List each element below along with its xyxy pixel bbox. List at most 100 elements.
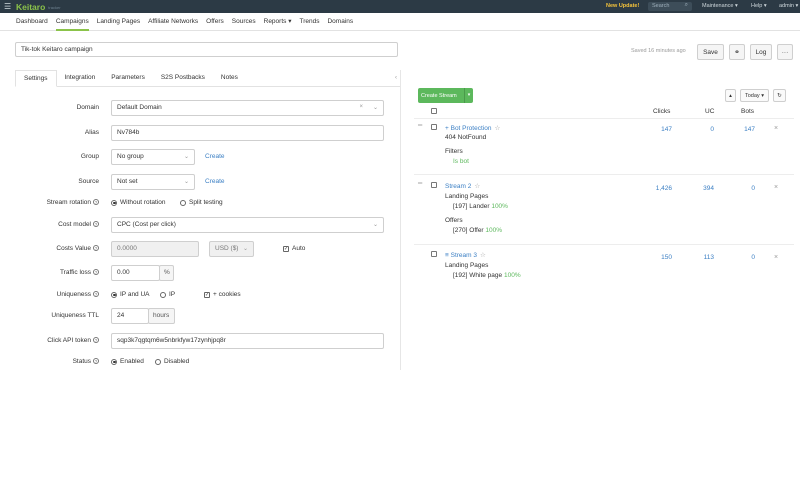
- tab-settings[interactable]: Settings: [15, 70, 57, 87]
- nav-reports[interactable]: Reports ▾: [264, 13, 292, 31]
- row-divider: [414, 118, 794, 119]
- uc-header[interactable]: UC: [705, 108, 714, 115]
- new-update-link[interactable]: New Update!: [606, 3, 639, 9]
- group-label: Group: [80, 153, 99, 160]
- source-select[interactable]: Not set ⌄: [111, 174, 195, 190]
- bots-header[interactable]: Bots: [741, 108, 754, 115]
- radio-ip-and-ua[interactable]: IP and UA: [111, 291, 150, 298]
- cost-model-label: Cost model?: [58, 221, 99, 228]
- drag-handle-icon[interactable]: ═: [418, 123, 422, 129]
- nav-sources[interactable]: Sources: [232, 13, 256, 31]
- clicks-value[interactable]: 1,426: [648, 185, 672, 192]
- costs-value-input[interactable]: 0.0000: [111, 241, 199, 257]
- nav-trends[interactable]: Trends: [299, 13, 319, 31]
- star-icon: ☆: [479, 252, 486, 259]
- clicks-value[interactable]: 150: [650, 254, 672, 261]
- link-icon[interactable]: ⚭: [729, 44, 745, 60]
- tab-integration[interactable]: Integration: [57, 70, 104, 87]
- campaign-name-input[interactable]: Tik-tok Keitaro campaign: [15, 42, 398, 57]
- chevron-down-icon: ⌄: [183, 154, 189, 160]
- menu-icon[interactable]: ☰: [4, 2, 14, 11]
- log-button[interactable]: Log: [750, 44, 772, 60]
- nav-dashboard[interactable]: Dashboard: [16, 13, 48, 31]
- domain-label: Domain: [76, 104, 99, 111]
- star-icon: ☆: [494, 125, 501, 132]
- create-group-link[interactable]: Create: [205, 153, 225, 160]
- bots-value[interactable]: 147: [735, 126, 755, 133]
- stream-title-link[interactable]: ≡ Stream 3 ☆: [445, 251, 486, 259]
- source-label: Source: [78, 178, 99, 185]
- stream-title-link[interactable]: Stream 2 ☆: [445, 182, 480, 190]
- brand-logo[interactable]: Keitaro: [16, 2, 45, 12]
- help-icon: ?: [93, 358, 99, 364]
- radio-split-testing[interactable]: Split testing: [180, 199, 223, 206]
- click-api-token-label: Click API token?: [47, 337, 99, 344]
- group-select[interactable]: No group ⌄: [111, 149, 195, 165]
- nav-campaigns[interactable]: Campaigns: [55, 13, 89, 31]
- nav-landing-pages[interactable]: Landing Pages: [97, 13, 140, 31]
- create-stream-button[interactable]: Create Stream ▾: [418, 88, 473, 103]
- cost-model-select[interactable]: CPC (Cost per click) ⌄: [111, 217, 384, 233]
- radio-disabled[interactable]: Disabled: [155, 358, 189, 365]
- landing-item: [192] White page 100%: [453, 272, 521, 279]
- refresh-icon[interactable]: ↻: [773, 89, 786, 102]
- radio-ip[interactable]: IP: [160, 291, 175, 298]
- currency-select[interactable]: USD ($) ⌄: [209, 241, 254, 257]
- select-all-checkbox[interactable]: [431, 108, 437, 114]
- stream-checkbox[interactable]: [431, 251, 437, 257]
- costs-value-label: Costs Value?: [56, 245, 99, 252]
- row-divider: [414, 244, 794, 245]
- offers-label: Offers: [445, 217, 463, 224]
- clicks-header[interactable]: Clicks: [653, 108, 670, 115]
- clear-icon[interactable]: ×: [359, 104, 363, 110]
- bots-value[interactable]: 0: [735, 185, 755, 192]
- top-bar: ☰ Keitaro tracker New Update! Search ⌕ M…: [0, 0, 800, 13]
- maintenance-menu[interactable]: Maintenance ▾: [702, 3, 738, 9]
- chevron-down-icon: ⌄: [183, 179, 189, 185]
- tab-parameters[interactable]: Parameters: [103, 70, 153, 87]
- landing-item: [197] Lander 100%: [453, 203, 508, 210]
- uniqueness-ttl-input[interactable]: 24: [111, 308, 149, 324]
- radio-without-rotation[interactable]: Without rotation: [111, 199, 166, 206]
- stream-checkbox[interactable]: [431, 124, 437, 130]
- bots-value[interactable]: 0: [735, 254, 755, 261]
- create-source-link[interactable]: Create: [205, 178, 225, 185]
- percent-addon: %: [159, 265, 174, 281]
- arrow-up-icon[interactable]: ▴: [725, 89, 736, 102]
- collapse-panel-icon[interactable]: ‹: [395, 75, 397, 81]
- more-icon[interactable]: ···: [777, 44, 793, 60]
- chevron-down-icon[interactable]: ▾: [464, 88, 473, 103]
- stream-rotation-label: Stream rotation?: [46, 199, 99, 206]
- delete-icon[interactable]: ×: [774, 125, 778, 132]
- stream-title-link[interactable]: + Bot Protection ☆: [445, 124, 500, 132]
- tab-s2s-postbacks[interactable]: S2S Postbacks: [153, 70, 213, 87]
- nav-offers[interactable]: Offers: [206, 13, 224, 31]
- save-button[interactable]: Save: [697, 44, 724, 60]
- uc-value[interactable]: 113: [694, 254, 714, 261]
- drag-handle-icon[interactable]: ═: [418, 181, 422, 187]
- radio-enabled[interactable]: Enabled: [111, 358, 144, 365]
- domain-select[interactable]: Default Domain × ⌄: [111, 100, 384, 116]
- nav-affiliate-networks[interactable]: Affiliate Networks: [148, 13, 198, 31]
- delete-icon[interactable]: ×: [774, 184, 778, 191]
- stream-checkbox[interactable]: [431, 182, 437, 188]
- nav-domains[interactable]: Domains: [327, 13, 353, 31]
- uc-value[interactable]: 0: [698, 126, 714, 133]
- user-menu[interactable]: admin ▾: [779, 3, 798, 9]
- filter-value: Is bot: [453, 158, 469, 165]
- auto-checkbox[interactable]: ✓ Auto: [283, 245, 305, 252]
- uc-value[interactable]: 394: [694, 185, 714, 192]
- alias-input[interactable]: Nv784b: [111, 125, 384, 141]
- click-api-token-input[interactable]: sqp3k7qgtqm6w5nbrkfyw17zynhjpq8r: [111, 333, 384, 349]
- clicks-value[interactable]: 147: [650, 126, 672, 133]
- period-select[interactable]: Today ▾: [740, 89, 769, 102]
- search-input[interactable]: Search ⌕: [648, 2, 692, 11]
- search-icon[interactable]: ⌕: [685, 2, 688, 9]
- delete-icon[interactable]: ×: [774, 254, 778, 261]
- help-menu[interactable]: Help ▾: [751, 3, 767, 9]
- traffic-loss-label: Traffic loss?: [59, 269, 99, 276]
- status-label: Status?: [72, 358, 99, 365]
- tab-notes[interactable]: Notes: [213, 70, 246, 87]
- traffic-loss-input[interactable]: 0.00: [111, 265, 160, 281]
- cookies-checkbox[interactable]: ✓ + cookies: [204, 291, 241, 298]
